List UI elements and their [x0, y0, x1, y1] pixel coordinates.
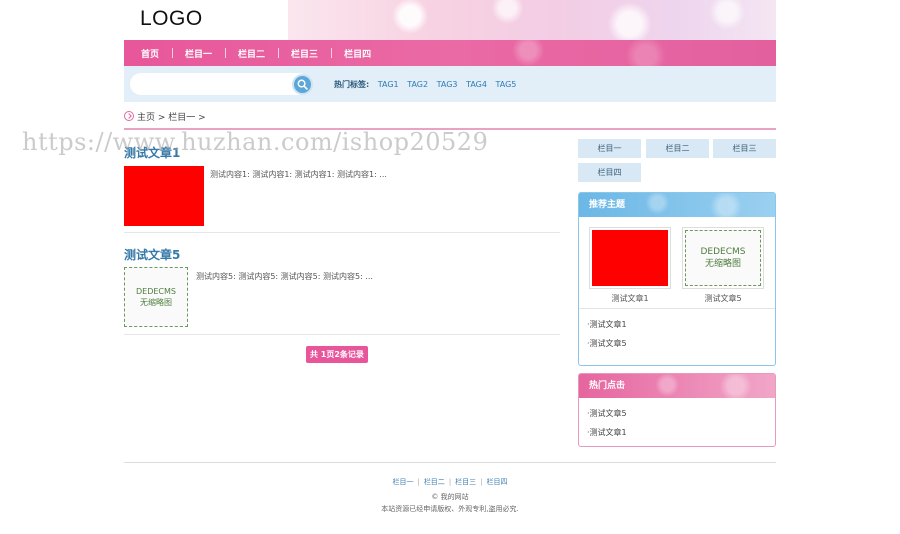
- site-footer: 栏目一 | 栏目二 | 栏目三 | 栏目四 © 我的网站 本站资源已经申请版权、外观专利,盗…: [124, 462, 776, 514]
- placeholder-text: 无缩略图: [140, 298, 172, 307]
- hot-tags: 热门标签: TAG1 TAG2 TAG3 TAG4 TAG5: [334, 79, 522, 90]
- nav-item-column-2[interactable]: 栏目二: [225, 47, 278, 60]
- placeholder-text: 无缩略图: [704, 259, 741, 269]
- article-item: 测试文章1 测试内容1: 测试内容1: 测试内容1: 测试内容1: ...: [124, 144, 560, 233]
- search-button[interactable]: [292, 74, 313, 95]
- footer-link[interactable]: 栏目二: [424, 478, 445, 486]
- recommend-caption[interactable]: 测试文章5: [681, 293, 765, 304]
- hot-tag-link[interactable]: TAG1: [378, 80, 399, 89]
- footer-link[interactable]: 栏目一: [392, 478, 413, 486]
- hot-tags-label: 热门标签:: [334, 80, 370, 89]
- article-thumbnail-placeholder[interactable]: DEDECMS 无缩略图: [124, 267, 188, 327]
- hot-tag-link[interactable]: TAG5: [496, 80, 517, 89]
- recommend-picture-item[interactable]: DEDECMS 无缩略图 测试文章5: [681, 227, 765, 304]
- hot-tag-link[interactable]: TAG3: [437, 80, 458, 89]
- hot-clicks-box: 热门点击 ·测试文章5 ·测试文章1: [578, 373, 776, 447]
- nav-item-column-3[interactable]: 栏目三: [278, 47, 331, 60]
- pagination-info: 共 1页2条记录: [306, 346, 368, 363]
- article-description: 测试内容1: 测试内容1: 测试内容1: 测试内容1: ...: [210, 170, 387, 179]
- hot-tag-link[interactable]: TAG2: [407, 80, 428, 89]
- hot-clicks-list: ·测试文章5 ·测试文章1: [579, 398, 775, 442]
- article-item: 测试文章5 DEDECMS 无缩略图 测试内容5: 测试内容5: 测试内容5: …: [124, 246, 560, 335]
- placeholder-text: DEDECMS: [136, 287, 176, 296]
- hot-clicks-list-item[interactable]: ·测试文章5: [587, 404, 767, 423]
- footer-link[interactable]: 栏目四: [487, 478, 508, 486]
- article-description: 测试内容5: 测试内容5: 测试内容5: 测试内容5: ...: [196, 272, 373, 281]
- footer-link[interactable]: 栏目三: [455, 478, 476, 486]
- search-icon: [297, 79, 308, 90]
- site-header: LOGO: [124, 0, 776, 40]
- recommend-thumbnail[interactable]: [592, 230, 668, 286]
- hot-clicks-list-item[interactable]: ·测试文章1: [587, 423, 767, 442]
- recommend-box-title: 推荐主题: [579, 193, 775, 217]
- site-logo[interactable]: LOGO: [140, 7, 203, 31]
- article-thumbnail[interactable]: [124, 166, 204, 226]
- recommend-caption[interactable]: 测试文章1: [588, 293, 672, 304]
- recommend-list: ·测试文章1 ·测试文章5: [579, 309, 775, 353]
- recommend-list-item[interactable]: ·测试文章5: [587, 334, 767, 353]
- chevron-right-circle-icon: [124, 111, 134, 121]
- footer-copyright: © 我的网站: [431, 493, 469, 501]
- placeholder-text: DEDECMS: [700, 247, 746, 257]
- recommend-thumbnail-placeholder[interactable]: DEDECMS 无缩略图: [685, 230, 761, 286]
- subnav-item-column-2[interactable]: 栏目二: [646, 139, 709, 158]
- nav-item-column-1[interactable]: 栏目一: [172, 47, 225, 60]
- recommend-list-item[interactable]: ·测试文章1: [587, 315, 767, 334]
- subnav-item-column-1[interactable]: 栏目一: [578, 139, 641, 158]
- hot-tag-link[interactable]: TAG4: [466, 80, 487, 89]
- hot-clicks-box-title: 热门点击: [579, 374, 775, 398]
- search-input[interactable]: [130, 73, 310, 95]
- article-title-link[interactable]: 测试文章5: [124, 246, 560, 263]
- recommend-picture-item[interactable]: 测试文章1: [588, 227, 672, 304]
- footer-links: 栏目一 | 栏目二 | 栏目三 | 栏目四: [392, 478, 508, 486]
- subnav-item-column-3[interactable]: 栏目三: [713, 139, 776, 158]
- breadcrumb-text[interactable]: 主页 > 栏目一 >: [137, 113, 206, 123]
- header-banner-image: [288, 0, 776, 40]
- recommend-box: 推荐主题 测试文章1 DEDECMS 无缩略图 测试文章5 ·测试文章1 ·测试…: [578, 192, 776, 366]
- main-nav: 首页 栏目一 栏目二 栏目三 栏目四: [124, 40, 776, 66]
- footer-note: 本站资源已经申请版权、外观专利,盗用必究.: [381, 505, 519, 513]
- search-bar: 热门标签: TAG1 TAG2 TAG3 TAG4 TAG5: [124, 66, 776, 102]
- nav-item-home[interactable]: 首页: [128, 47, 172, 60]
- recommend-pictures: 测试文章1 DEDECMS 无缩略图 测试文章5: [579, 217, 775, 309]
- watermark-text: https://www.huzhan.com/ishop20529: [22, 128, 489, 156]
- breadcrumb: 主页 > 栏目一 >: [124, 110, 776, 130]
- subnav-item-column-4[interactable]: 栏目四: [578, 163, 641, 182]
- nav-item-column-4[interactable]: 栏目四: [331, 47, 384, 60]
